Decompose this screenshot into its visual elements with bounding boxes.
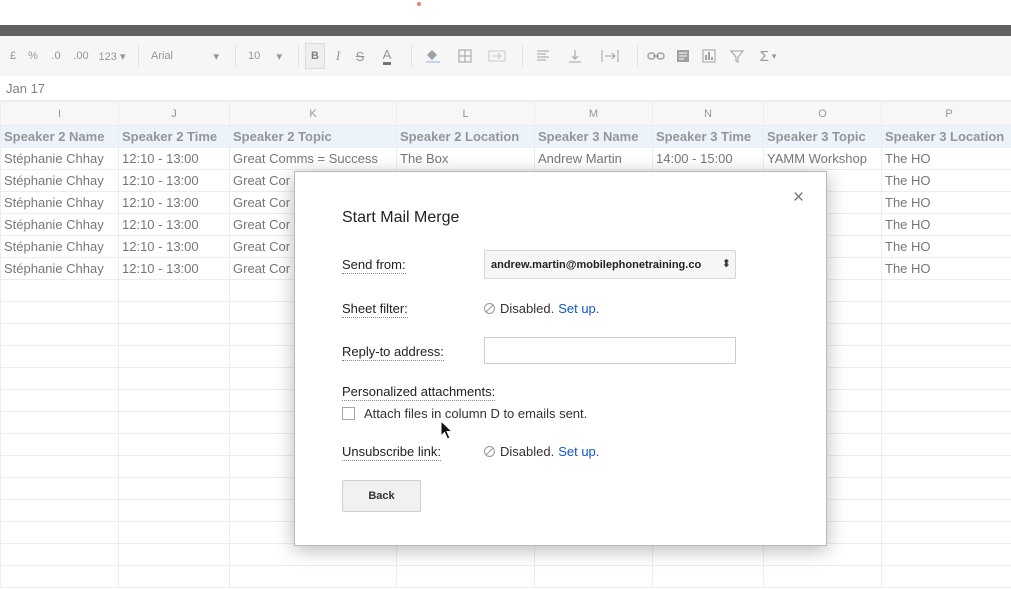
unsubscribe-status-row: Disabled. Set up. [484,444,599,459]
mouse-pointer-icon [440,420,454,440]
attachments-checkbox[interactable] [342,407,355,420]
unsubscribe-status: Disabled. [500,444,555,459]
back-button[interactable]: Back [342,480,421,512]
attachments-checkbox-row[interactable]: Attach files in column D to emails sent. [342,406,587,421]
sheet-filter-setup-link[interactable]: Set up. [558,301,599,316]
sheet-filter-status-row: Disabled. Set up. [484,301,599,316]
disabled-icon [484,446,495,457]
sheet-filter-label: Sheet filter: [342,301,408,318]
send-from-select[interactable]: andrew.martin@mobilephonetraining.co ⬍ [484,250,736,279]
sheet-filter-status: Disabled. [500,301,555,316]
disabled-icon [484,303,495,314]
close-icon[interactable]: × [793,187,804,209]
updown-arrows-icon: ⬍ [721,258,731,270]
unsubscribe-setup-link[interactable]: Set up. [558,444,599,459]
send-from-value: andrew.martin@mobilephonetraining.co [491,259,702,271]
dialog-title: Start Mail Merge [342,209,460,226]
unsubscribe-link-label: Unsubscribe link: [342,444,441,461]
mail-merge-dialog: Start Mail Merge × Send from: andrew.mar… [294,171,827,546]
personalized-attachments-label: Personalized attachments: [342,384,496,401]
reply-to-input[interactable] [484,337,736,364]
attachments-checkbox-label: Attach files in column D to emails sent. [364,406,588,421]
reply-to-label: Reply-to address: [342,344,444,361]
send-from-label: Send from: [342,257,406,274]
